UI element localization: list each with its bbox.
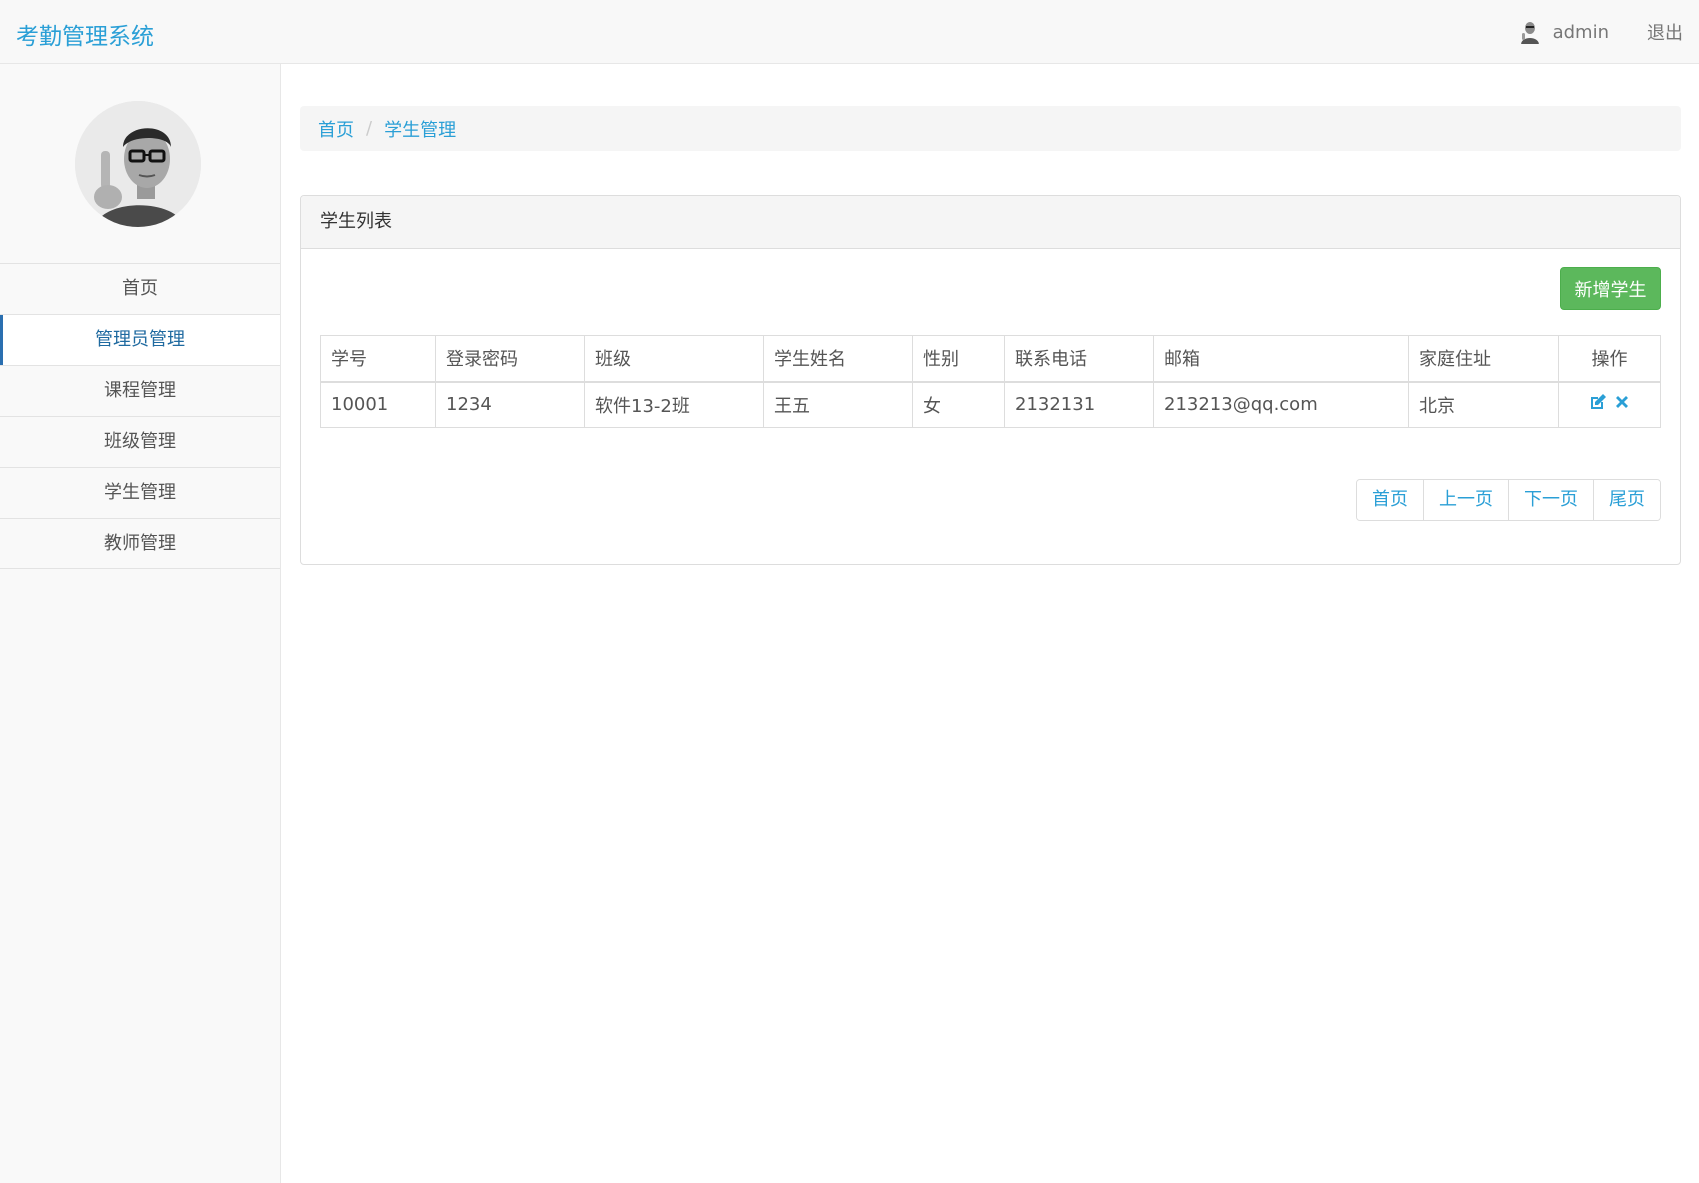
pagination-first[interactable]: 首页 xyxy=(1357,480,1423,520)
cell-student-id: 10001 xyxy=(320,381,436,428)
cell-email: 213213@qq.com xyxy=(1153,381,1409,428)
delete-icon[interactable] xyxy=(1613,393,1631,411)
edit-icon[interactable] xyxy=(1589,393,1607,411)
brand-title[interactable]: 考勤管理系统 xyxy=(16,17,154,51)
column-header-student-id: 学号 xyxy=(320,335,436,383)
username-label: admin xyxy=(1552,21,1609,43)
cell-phone: 2132131 xyxy=(1004,381,1154,428)
cell-gender: 女 xyxy=(912,381,1005,428)
user-menu[interactable]: admin xyxy=(1518,20,1609,44)
pagination-next[interactable]: 下一页 xyxy=(1508,480,1593,520)
pagination-prev[interactable]: 上一页 xyxy=(1423,480,1508,520)
top-navbar: 考勤管理系统 admin 退出 xyxy=(0,0,1699,64)
column-header-address: 家庭住址 xyxy=(1408,335,1559,383)
table-row: 10001 1234 软件13-2班 王五 女 2132131 213213@q… xyxy=(320,381,1661,428)
sidebar: 首页 管理员管理 课程管理 班级管理 学生管理 教师管理 xyxy=(0,64,281,1183)
side-menu: 首页 管理员管理 课程管理 班级管理 学生管理 教师管理 xyxy=(0,263,280,569)
column-header-class: 班级 xyxy=(584,335,764,383)
column-header-actions: 操作 xyxy=(1558,335,1661,383)
user-avatar-icon xyxy=(1518,20,1541,44)
sidebar-item-course-management[interactable]: 课程管理 xyxy=(0,365,280,416)
sidebar-item-student-management[interactable]: 学生管理 xyxy=(0,467,280,518)
column-header-phone: 联系电话 xyxy=(1004,335,1154,383)
cell-address: 北京 xyxy=(1408,381,1559,428)
panel-title: 学生列表 xyxy=(301,196,1680,249)
breadcrumb-current[interactable]: 学生管理 xyxy=(384,116,456,142)
profile-photo xyxy=(75,101,201,227)
nav-right: admin 退出 xyxy=(1518,19,1683,45)
sidebar-item-home[interactable]: 首页 xyxy=(0,263,280,314)
table-header-row: 学号 登录密码 班级 学生姓名 性别 联系电话 邮箱 家庭住址 操作 xyxy=(320,335,1661,383)
cell-name: 王五 xyxy=(763,381,913,428)
breadcrumb-separator: / xyxy=(366,118,373,139)
column-header-email: 邮箱 xyxy=(1153,335,1409,383)
breadcrumb: 首页 / 学生管理 xyxy=(300,106,1681,151)
column-header-password: 登录密码 xyxy=(435,335,585,383)
sidebar-item-class-management[interactable]: 班级管理 xyxy=(0,416,280,467)
student-list-panel: 学生列表 新增学生 学号 登录密码 班级 学生姓名 性别 联系电话 邮箱 家庭住… xyxy=(300,195,1681,565)
cell-class: 软件13-2班 xyxy=(584,381,764,428)
column-header-name: 学生姓名 xyxy=(763,335,913,383)
add-student-button[interactable]: 新增学生 xyxy=(1560,267,1661,310)
sidebar-item-teacher-management[interactable]: 教师管理 xyxy=(0,518,280,569)
cell-password: 1234 xyxy=(435,381,585,428)
sidebar-item-admin-management[interactable]: 管理员管理 xyxy=(0,314,280,365)
pagination-last[interactable]: 尾页 xyxy=(1593,480,1660,520)
cell-actions xyxy=(1558,381,1661,428)
breadcrumb-home[interactable]: 首页 xyxy=(318,116,354,142)
logout-link[interactable]: 退出 xyxy=(1647,19,1683,45)
student-table: 学号 登录密码 班级 学生姓名 性别 联系电话 邮箱 家庭住址 操作 10001… xyxy=(320,335,1661,428)
column-header-gender: 性别 xyxy=(912,335,1005,383)
pagination: 首页 上一页 下一页 尾页 xyxy=(1356,479,1661,521)
